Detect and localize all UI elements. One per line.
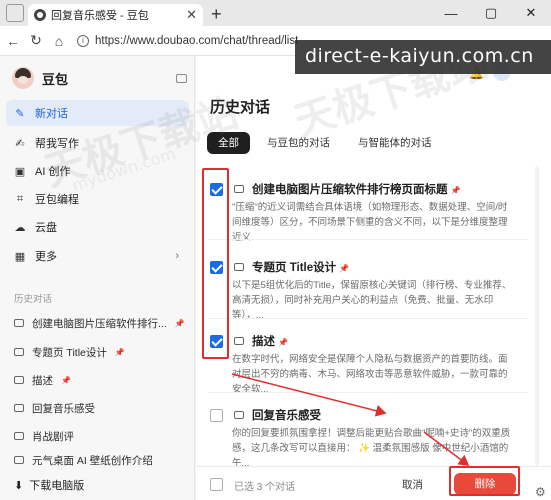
sidebar-item-cloud[interactable]: ☁ 云盘 [6,214,189,240]
watermark-banner: direct-e-kaiyun.com.cn [295,40,551,74]
minimize-icon[interactable]: — [431,6,471,21]
conversation-checkbox[interactable] [210,409,223,422]
doubao-favicon-icon [34,9,46,21]
tab-actions-icon[interactable] [6,4,24,22]
pin-icon: 📌 [339,264,350,273]
conversation-title: 创建电脑图片压缩软件排行榜页面标题 📌 [252,184,461,196]
close-tab-icon[interactable]: ✕ [186,7,197,23]
cloud-icon: ☁ [14,221,26,234]
back-icon[interactable]: ← [6,33,20,49]
close-window-icon[interactable]: ✕ [511,5,551,21]
collapse-sidebar-icon[interactable] [176,73,187,83]
history-item[interactable]: 描述 📌 [6,369,189,391]
home-icon[interactable]: ⌂ [52,33,66,49]
watermark-banner-text: direct-e-kaiyun.com.cn [305,45,534,67]
conversation-item[interactable]: 专题页 Title设计 📌 以下是5组优化后的Title，保留原核心关键词（排行… [196,256,527,321]
cancel-button[interactable]: 取消 [402,477,423,492]
site-info-icon[interactable]: i [77,34,89,47]
pin-icon: 📌 [278,338,289,347]
chat-bubble-icon [234,263,244,271]
sidebar-item-label: 更多 [35,251,57,263]
conversation-item[interactable]: 描述 📌 在数字时代，网络安全是保障个人隐私与数据资产的首要防线。面对层出不穷的… [196,330,527,395]
doubao-logo [12,67,34,89]
conversation-title: 回复音乐感受 [252,410,321,422]
grid-icon: ▦ [14,250,26,263]
new-chat-icon: ✎ [15,107,25,120]
sidebar-header: 豆包 [12,66,187,90]
conversation-snippet: 你的回复要抓氛围拿捏！调整后能更贴合歌曲"呢喃+史诗"的双重质感，这几条改写可以… [232,428,511,469]
pen-icon: ✍ [15,137,25,150]
app-name: 豆包 [42,71,69,87]
history-item[interactable]: 元气桌面 AI 壁纸创作介绍 [6,452,189,468]
history-item-label: 创建电脑图片压缩软件排行... [32,317,167,330]
download-label: 下载电脑版 [29,480,85,492]
conversation-snippet: 以下是5组优化后的Title，保留原核心关键词（排行榜、专业推荐、高清无损），同… [232,280,512,321]
browser-tab[interactable]: 回复音乐感受 - 豆包 ✕ [28,4,203,26]
history-item-label: 肖战剧评 [32,430,74,443]
chevron-right-icon: › [175,250,179,262]
conversation-item[interactable]: 回复音乐感受 你的回复要抓氛围拿捏！调整后能更贴合歌曲"呢喃+史诗"的双重质感，… [196,404,527,469]
scrollbar[interactable] [535,166,539,466]
chat-bubble-icon [14,404,24,412]
url-text[interactable]: https://www.doubao.com/chat/thread/list [95,35,298,47]
chat-bubble-icon [14,432,24,440]
tab-agents[interactable]: 与智能体的对话 [347,132,443,154]
selected-count: 已选 3 个对话 [234,482,296,493]
history-item-label: 描述 [32,374,53,387]
browser-tab-bar: 回复音乐感受 - 豆包 ✕ + — ▢ ✕ [0,0,551,26]
code-icon: ⌗ [16,192,24,205]
delete-highlight-box [449,466,520,496]
conversation-item[interactable]: 创建电脑图片压缩软件排行榜页面标题 📌 "压缩"的近义词需结合具体语境（如物理形… [196,178,527,243]
image-icon: ▣ [14,165,26,178]
conversation-title: 描述 📌 [252,336,289,348]
divider [208,318,528,319]
sidebar-item-coding[interactable]: ⌗ 豆包编程 [6,186,189,212]
chat-bubble-icon [14,456,24,464]
sidebar-item-label: 新对话 [35,108,68,120]
divider [208,239,528,240]
new-tab-icon[interactable]: + [211,5,222,23]
pin-icon[interactable]: 📌 [175,319,185,328]
download-icon: ⬇ [14,479,24,492]
chat-bubble-icon [14,319,24,327]
history-heading: 历史对话 [14,294,53,305]
pin-icon[interactable]: 📌 [115,348,125,357]
history-item-label: 回复音乐感受 [32,402,95,415]
chat-bubble-icon [14,348,24,356]
history-item[interactable]: 创建电脑图片压缩软件排行... 📌 [6,312,189,334]
conversation-title: 专题页 Title设计 📌 [252,262,350,274]
chat-bubble-icon [234,337,244,345]
url-field[interactable]: i https://www.doubao.com/chat/thread/lis… [77,34,298,47]
divider [208,392,528,393]
history-item-label: 元气桌面 AI 壁纸创作介绍 [32,454,153,467]
history-item[interactable]: 回复音乐感受 [6,397,189,419]
pin-icon[interactable]: 📌 [61,376,71,385]
conversation-snippet: 在数字时代，网络安全是保障个人隐私与数据资产的首要防线。面对层出不穷的病毒、木马… [232,354,508,395]
download-desktop-button[interactable]: ⬇ 下载电脑版 [6,474,189,496]
chat-bubble-icon [14,376,24,384]
checkbox-highlight-box [202,168,229,359]
window-controls: — ▢ ✕ [431,0,551,26]
maximize-icon[interactable]: ▢ [471,5,511,21]
chat-bubble-icon [234,411,244,419]
pin-icon: 📌 [450,186,461,195]
sidebar-item-label: 云盘 [35,222,57,234]
select-all-checkbox[interactable] [210,478,223,491]
history-item[interactable]: 肖战剧评 [6,425,189,447]
settings-gear-icon[interactable]: ⚙ [535,485,546,499]
history-item[interactable]: 专题页 Title设计 📌 [6,341,189,363]
chat-bubble-icon [234,185,244,193]
sidebar-item-more[interactable]: ▦ 更多 › [6,243,189,269]
history-item-label: 专题页 Title设计 [32,346,107,359]
tab-title: 回复音乐感受 - 豆包 [51,10,149,22]
reload-icon[interactable]: ↻ [29,32,43,49]
